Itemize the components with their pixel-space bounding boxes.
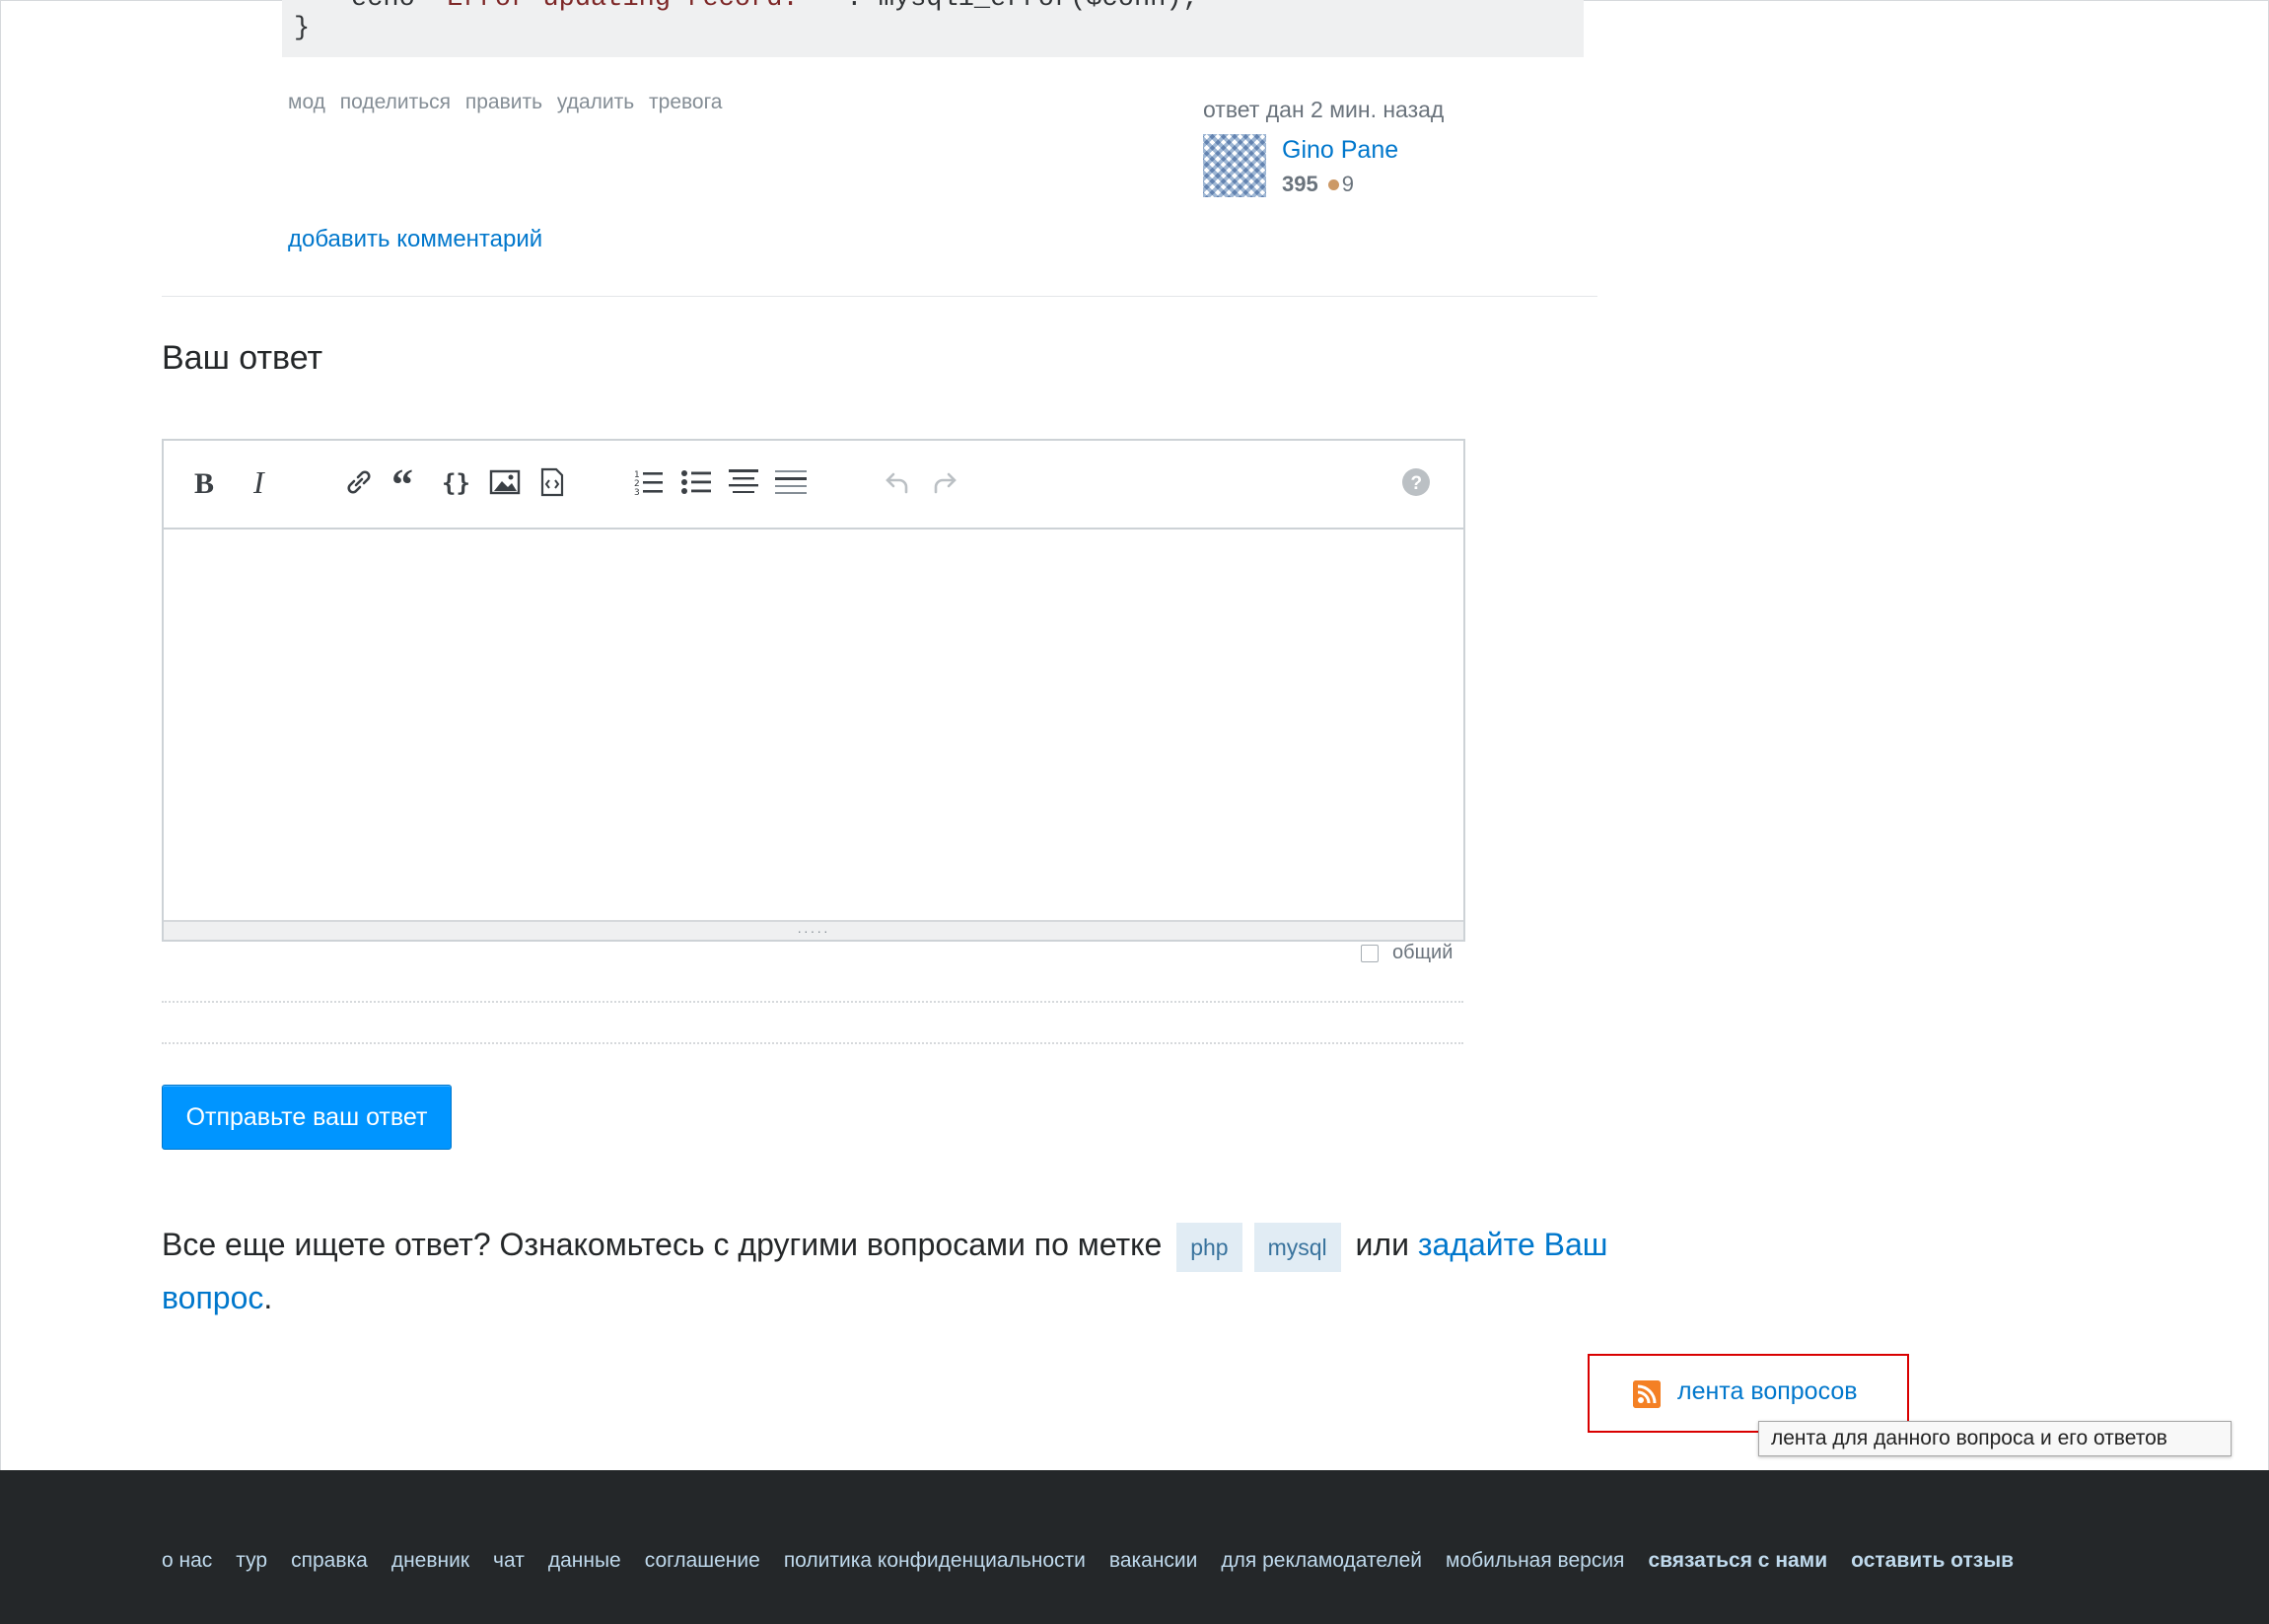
blockquote-icon[interactable]: “ [389,462,428,502]
footer-link-advertisers[interactable]: для рекламодателей [1221,1549,1422,1573]
footer-link-feedback[interactable]: оставить отзыв [1851,1549,2014,1573]
mod-link[interactable]: мод [288,91,325,113]
italic-icon[interactable]: I [243,462,282,502]
undo-icon[interactable] [878,462,917,502]
footer-link-contact[interactable]: связаться с нами [1648,1549,1827,1573]
add-comment-link[interactable]: добавить комментарий [288,226,542,253]
code-line: echo "Error updating record: " . mysqli_… [351,0,1198,14]
tag-php[interactable]: php [1176,1222,1242,1272]
footer-link-mobile[interactable]: мобильная версия [1446,1549,1624,1573]
dotted-divider [162,1001,1463,1003]
svg-text:?: ? [1411,473,1423,494]
feed-tooltip: лента для данного вопроса и его ответов [1758,1421,2232,1456]
horizontal-rule-icon[interactable] [771,462,811,502]
redo-icon[interactable] [925,462,964,502]
footer-link-legal[interactable]: соглашение [645,1549,760,1573]
post-menu: мод поделиться править удалить тревога [288,91,731,114]
answer-editor: B I “ {} 123 ? ····· [162,439,1465,942]
footer-link-jobs[interactable]: вакансии [1109,1549,1198,1573]
community-wiki-label: общий [1392,942,1454,963]
answered-time: ответ дан 2 мин. назад [1203,97,1445,122]
avatar[interactable] [1203,134,1266,197]
code-block: echo "Error updating record: " . mysqli_… [282,0,1584,57]
bold-icon[interactable]: B [185,462,225,502]
bronze-badge-count: 9 [1341,172,1354,196]
link-icon[interactable] [339,462,379,502]
footer-link-data[interactable]: данные [548,1549,621,1573]
edit-link[interactable]: править [465,91,542,113]
bronze-badge-icon [1327,178,1339,190]
help-icon[interactable]: ? [1396,462,1436,502]
question-feed-link[interactable]: лента вопросов [1677,1377,1858,1406]
answer-textarea[interactable] [164,530,1463,918]
user-name-link[interactable]: Gino Pane [1282,136,1398,165]
bulleted-list-icon[interactable] [676,462,716,502]
footer-link-help[interactable]: справка [291,1549,368,1573]
footer-links: о нас тур справка дневник чат данные сог… [162,1549,2037,1573]
footer-link-privacy[interactable]: политика конфиденциальности [784,1549,1086,1573]
code-icon[interactable]: {} [436,462,475,502]
dotted-divider [162,1042,1463,1044]
footer-link-chat[interactable]: чат [493,1549,525,1573]
footer-link-tour[interactable]: тур [236,1549,267,1573]
flag-link[interactable]: тревога [649,91,722,113]
share-link[interactable]: поделиться [340,91,451,113]
numbered-list-icon[interactable]: 123 [629,462,669,502]
delete-link[interactable]: удалить [557,91,634,113]
code-line: } [294,14,311,43]
snippet-icon[interactable] [532,462,572,502]
svg-text:“: “ [391,467,413,497]
svg-text:B: B [194,467,214,497]
svg-text:3: 3 [634,488,640,497]
svg-text:I: I [252,467,265,497]
user-reputation: 395 9 [1282,172,1354,197]
community-wiki-option: общий [1361,942,1453,964]
image-icon[interactable] [485,462,525,502]
editor-toolbar: B I “ {} 123 ? [164,441,1463,530]
still-looking-text: Все еще ищете ответ? Ознакомьтесь с друг… [162,1219,1621,1323]
tag-mysql[interactable]: mysql [1253,1222,1341,1272]
svg-text:{}: {} [442,469,470,497]
submit-answer-button[interactable]: Отправьте ваш ответ [162,1085,452,1150]
heading-icon[interactable] [724,462,763,502]
rss-icon[interactable] [1633,1380,1661,1408]
footer-link-about[interactable]: о нас [162,1549,212,1573]
divider [162,296,1597,297]
footer-link-blog[interactable]: дневник [391,1549,469,1573]
site-footer: о нас тур справка дневник чат данные сог… [0,1470,2269,1624]
community-wiki-checkbox[interactable] [1361,944,1379,962]
resize-grip[interactable]: ····· [164,920,1463,940]
reputation-score: 395 [1282,172,1318,196]
your-answer-heading: Ваш ответ [162,339,323,377]
